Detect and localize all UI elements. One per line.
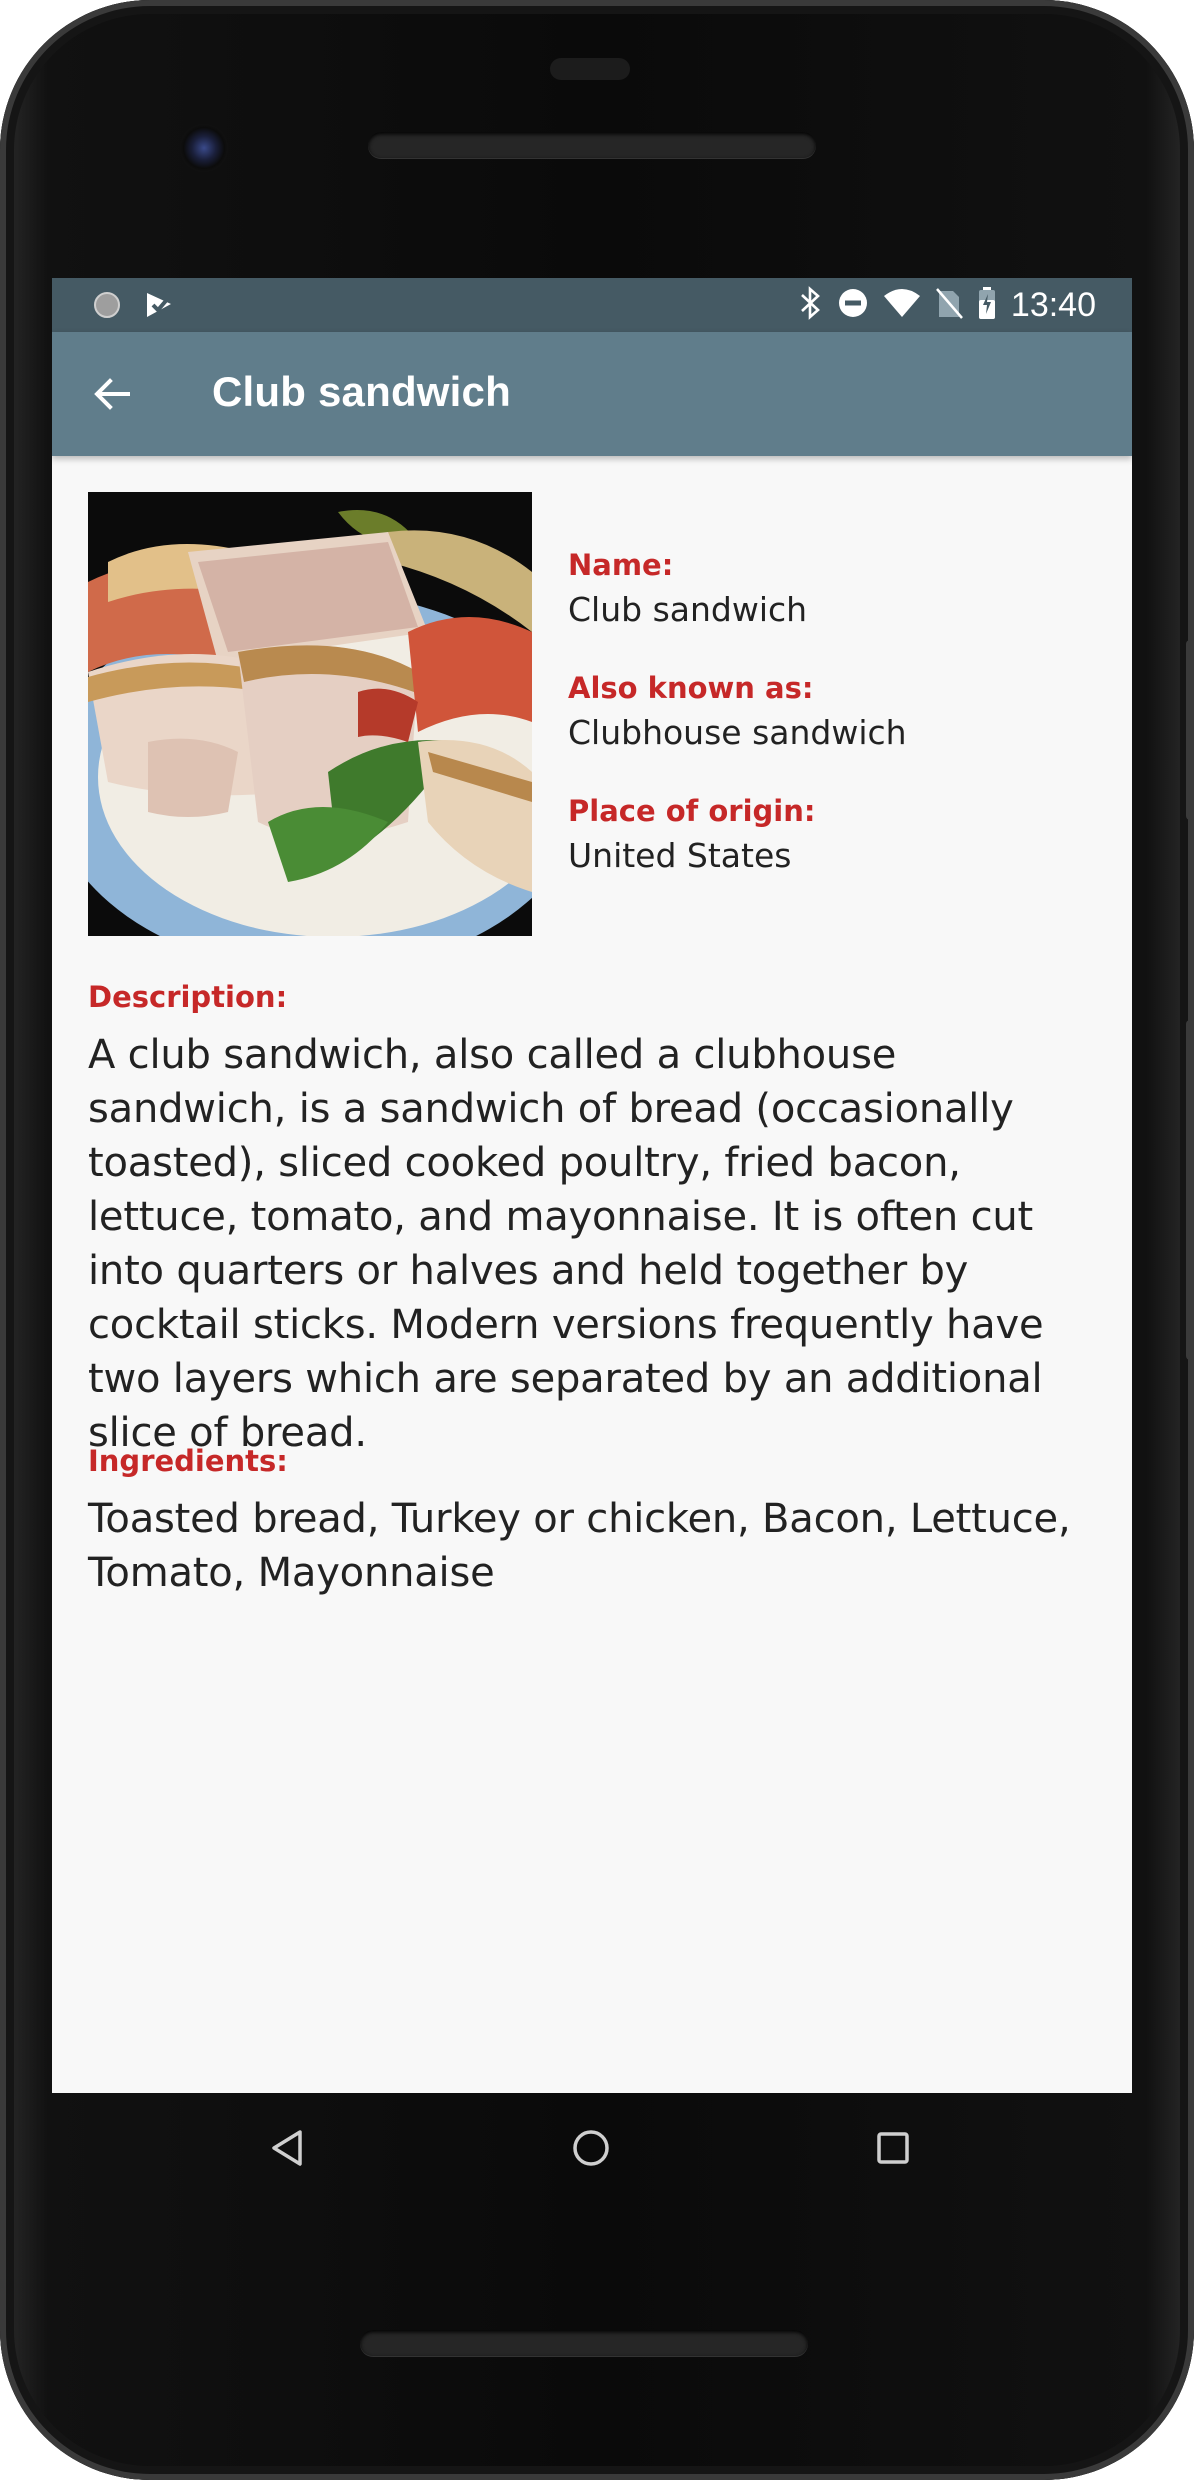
app-bar: Club sandwich: [52, 332, 1132, 456]
circle-notification-icon: [92, 290, 122, 325]
origin-label: Place of origin:: [568, 794, 816, 828]
name-value: Club sandwich: [568, 590, 808, 629]
back-button[interactable]: [82, 364, 142, 424]
aka-label: Also known as:: [568, 671, 814, 705]
status-time: 13:40: [1010, 285, 1096, 324]
power-button: [1186, 640, 1194, 820]
ingredients-section: Ingredients: Toasted bread, Turkey or ch…: [88, 1444, 1100, 1600]
navigation-bar: [0, 2093, 1194, 2203]
ingredients-label: Ingredients:: [88, 1444, 288, 1478]
volume-button: [1186, 1020, 1194, 1360]
nav-back-button[interactable]: [262, 2123, 312, 2173]
wifi-icon: [883, 288, 921, 323]
bottom-speaker: [360, 2330, 808, 2356]
front-camera: [180, 124, 228, 172]
screen: 13:40 Club sandwich Name: Club sandwich …: [52, 278, 1132, 2093]
facts-panel: Name: Club sandwich Also known as: Clubh…: [568, 548, 1088, 917]
origin-value: United States: [568, 836, 792, 875]
earpiece-speaker: [368, 132, 816, 158]
page-title: Club sandwich: [212, 368, 511, 415]
home-circle-icon: [573, 2130, 609, 2166]
top-slot: [550, 58, 630, 80]
recents-square-icon: [877, 2132, 909, 2164]
ingredients-text: Toasted bread, Turkey or chicken, Bacon,…: [88, 1496, 1071, 1596]
arrow-back-icon: [94, 378, 130, 410]
aka-value: Clubhouse sandwich: [568, 713, 907, 752]
name-fact: Name: Club sandwich: [568, 548, 1088, 629]
description-label: Description:: [88, 980, 288, 1014]
no-sim-icon: [935, 287, 963, 324]
bluetooth-icon: [799, 285, 823, 325]
do-not-disturb-icon: [837, 287, 869, 324]
nav-recents-button[interactable]: [868, 2123, 918, 2173]
name-label: Name:: [568, 548, 674, 582]
status-bar: 13:40: [52, 278, 1132, 332]
origin-fact: Place of origin: United States: [568, 794, 1088, 875]
food-photo: [88, 492, 532, 936]
phone-frame: 13:40 Club sandwich Name: Club sandwich …: [0, 0, 1194, 2480]
description-text: A club sandwich, also called a clubhouse…: [88, 1032, 1044, 1456]
aka-fact: Also known as: Clubhouse sandwich: [568, 671, 1088, 752]
back-triangle-icon: [272, 2130, 302, 2166]
nav-home-button[interactable]: [566, 2123, 616, 2173]
description-section: Description: A club sandwich, also calle…: [88, 980, 1100, 1460]
battery-icon: [977, 286, 997, 325]
play-check-icon: [144, 290, 174, 325]
